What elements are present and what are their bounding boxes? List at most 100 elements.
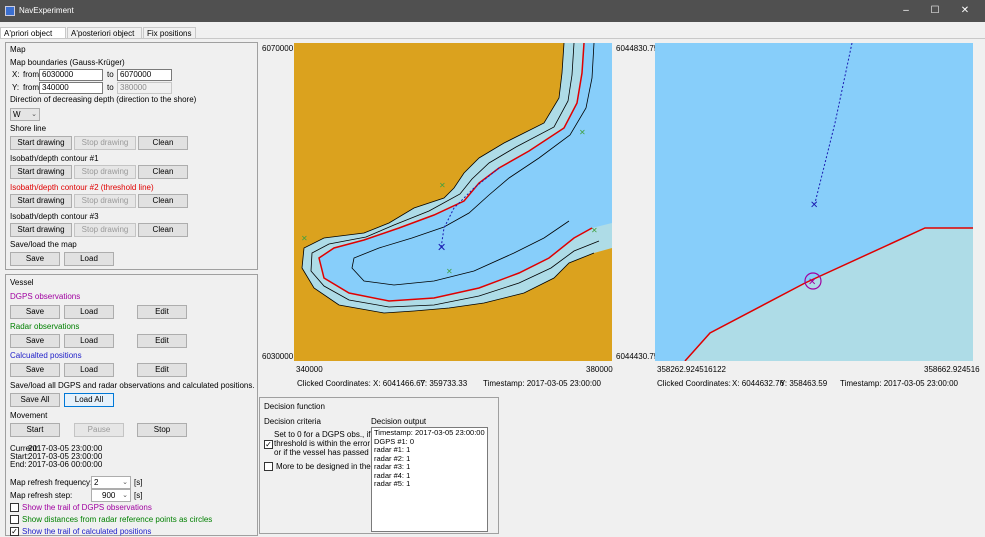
x-label: X: bbox=[12, 70, 20, 79]
iso2-clean-button[interactable]: Clean bbox=[138, 194, 188, 208]
radar-marker-4: ✕ bbox=[446, 267, 453, 276]
radar-marker-5: ✕ bbox=[591, 226, 598, 235]
chevron-down-icon: ⌄ bbox=[31, 111, 37, 118]
radar-load-button[interactable]: Load bbox=[64, 334, 114, 348]
vessel-group: Vessel DGPS observations Save Load Edit … bbox=[5, 274, 258, 536]
start-button[interactable]: Start bbox=[10, 423, 60, 437]
refresh-step-label: Map refresh step: bbox=[10, 491, 73, 500]
right-map-y-bottom: 6044430.75 bbox=[616, 352, 659, 361]
iso1-clean-button[interactable]: Clean bbox=[138, 165, 188, 179]
iso1-stop-button: Stop drawing bbox=[74, 165, 136, 179]
iso3-clean-button[interactable]: Clean bbox=[138, 223, 188, 237]
x-from-label: from bbox=[23, 70, 39, 79]
radar-save-button[interactable]: Save bbox=[10, 334, 60, 348]
iso1-start-button[interactable]: Start drawing bbox=[10, 165, 72, 179]
tab-border bbox=[0, 38, 985, 39]
maximize-button[interactable]: ☐ bbox=[922, 3, 948, 19]
x-from-input[interactable]: 6030000 bbox=[39, 69, 103, 81]
dgps-load-button[interactable]: Load bbox=[64, 305, 114, 319]
left-map-x-right: 380000 bbox=[586, 365, 613, 374]
trail-calc-label: Show the trail of calculated positions bbox=[22, 527, 152, 536]
calc-load-button[interactable]: Load bbox=[64, 363, 114, 377]
save-all-button[interactable]: Save All bbox=[10, 393, 60, 407]
close-button[interactable]: ✕ bbox=[952, 3, 978, 19]
radar-circles-label: Show distances from radar reference poin… bbox=[22, 515, 213, 524]
left-map-y-top: 6070000 bbox=[262, 44, 294, 53]
right-clicked-label: Clicked Coordinates: bbox=[657, 379, 731, 388]
map-boundaries-label: Map boundaries (Gauss-Krüger) bbox=[10, 58, 125, 67]
map-group-title: Map bbox=[10, 45, 26, 54]
radar-label: Radar observations bbox=[10, 322, 80, 331]
load-all-button[interactable]: Load All bbox=[64, 393, 114, 407]
map-save-button[interactable]: Save bbox=[10, 252, 60, 266]
vessel-position-marker: ✕ bbox=[437, 241, 446, 254]
end-time-value: 2017-03-06 00:00:00 bbox=[28, 460, 103, 469]
y-from-input[interactable]: 340000 bbox=[39, 82, 103, 94]
left-clicked-x: X: 6041466.67 bbox=[373, 379, 426, 388]
left-map-y-bottom: 6030000 bbox=[262, 352, 294, 361]
shore-line-label: Shore line bbox=[10, 124, 47, 133]
y-label: Y: bbox=[12, 83, 20, 92]
app-icon bbox=[5, 6, 15, 16]
direction-value: W bbox=[13, 110, 21, 119]
shore-start-button[interactable]: Start drawing bbox=[10, 136, 72, 150]
trail-dgps-checkbox[interactable] bbox=[10, 503, 19, 512]
radar-marker-2: ✕ bbox=[439, 181, 446, 190]
y-to-input: 380000 bbox=[117, 82, 172, 94]
x-to-input[interactable]: 6070000 bbox=[117, 69, 172, 81]
dgps-edit-button[interactable]: Edit bbox=[137, 305, 187, 319]
refresh-step-select[interactable]: 900 ⌄ bbox=[91, 489, 131, 502]
decision-group: Decision function Decision criteria Set … bbox=[259, 397, 499, 534]
map-load-button[interactable]: Load bbox=[64, 252, 114, 266]
y-to-label: to bbox=[107, 83, 114, 92]
window-title: NavExperiment bbox=[19, 6, 74, 15]
right-map-canvas[interactable]: ✕ ✕ bbox=[655, 43, 973, 361]
refresh-frequency-label: Map refresh frequency: bbox=[10, 478, 93, 487]
radar-edit-button[interactable]: Edit bbox=[137, 334, 187, 348]
criterion-2-checkbox[interactable] bbox=[264, 462, 273, 471]
criterion-1-line-3: or if the vessel has passed it. bbox=[274, 448, 378, 457]
criteria-label: Decision criteria bbox=[264, 417, 321, 426]
movement-label: Movement bbox=[10, 411, 48, 420]
shore-clean-button[interactable]: Clean bbox=[138, 136, 188, 150]
trail-calc-checkbox[interactable]: ✓ bbox=[10, 527, 19, 536]
direction-select[interactable]: W ⌄ bbox=[10, 108, 40, 121]
decision-output-list[interactable]: Timestamp: 2017-03-05 23:00:00 DGPS #1: … bbox=[371, 427, 488, 532]
right-clicked-x: X: 6044632.76 bbox=[732, 379, 785, 388]
criterion-1-line-1: Set to 0 for a DGPS obs., if the bbox=[274, 430, 384, 439]
radar-circles-checkbox[interactable] bbox=[10, 515, 19, 524]
left-clicked-y: Y: 359733.33 bbox=[420, 379, 468, 388]
right-map-x-left: 358262.924516122 bbox=[657, 365, 726, 374]
output-line: radar #5: 1 bbox=[374, 479, 411, 488]
radar-marker-3: ✕ bbox=[301, 234, 308, 243]
vessel-group-title: Vessel bbox=[10, 278, 34, 287]
dgps-error-marker: ✕ bbox=[808, 277, 816, 288]
minimize-button[interactable]: – bbox=[893, 3, 919, 19]
refresh-frequency-value: 2 bbox=[94, 478, 99, 487]
refresh-frequency-select[interactable]: 2 ⌄ bbox=[91, 476, 131, 489]
criterion-1-checkbox[interactable]: ✓ bbox=[264, 440, 273, 449]
dgps-save-button[interactable]: Save bbox=[10, 305, 60, 319]
refresh-frequency-unit: [s] bbox=[134, 478, 143, 487]
isobath2-label: Isobath/depth contour #2 (threshold line… bbox=[10, 183, 154, 192]
chevron-down-icon: ⌄ bbox=[122, 492, 128, 499]
right-timestamp: Timestamp: 2017-03-05 23:00:00 bbox=[840, 379, 958, 388]
output-label: Decision output bbox=[371, 417, 427, 426]
y-from-label: from bbox=[23, 83, 39, 92]
dgps-label: DGPS observations bbox=[10, 292, 81, 301]
right-map-y-top: 6044830.75 bbox=[616, 44, 659, 53]
calc-save-button[interactable]: Save bbox=[10, 363, 60, 377]
left-clicked-label: Clicked Coordinates: bbox=[297, 379, 371, 388]
refresh-step-unit: [s] bbox=[134, 491, 143, 500]
decision-title: Decision function bbox=[264, 402, 325, 411]
calc-edit-button[interactable]: Edit bbox=[137, 363, 187, 377]
trail-dgps-label: Show the trail of DGPS observations bbox=[22, 503, 152, 512]
left-map-canvas[interactable]: ✕ ✕ ✕ ✕ ✕ ✕ bbox=[294, 43, 612, 361]
iso3-start-button[interactable]: Start drawing bbox=[10, 223, 72, 237]
x-to-label: to bbox=[107, 70, 114, 79]
iso2-start-button[interactable]: Start drawing bbox=[10, 194, 72, 208]
save-load-map-label: Save/load the map bbox=[10, 240, 77, 249]
map-group: Map Map boundaries (Gauss-Krüger) X: fro… bbox=[5, 42, 258, 270]
stop-button[interactable]: Stop bbox=[137, 423, 187, 437]
right-map-svg: ✕ ✕ bbox=[655, 43, 973, 361]
